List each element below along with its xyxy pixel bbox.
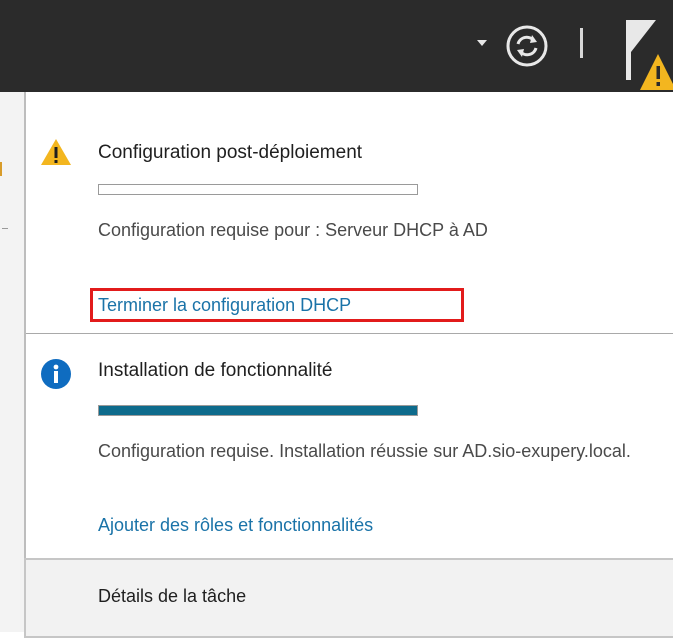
notification-title: Configuration post-déploiement [98, 142, 363, 163]
warning-icon [41, 139, 71, 165]
progress-fill [99, 406, 417, 415]
notification-description: Configuration requise pour : Serveur DHC… [98, 220, 488, 240]
notification-flag-warning-icon [626, 20, 673, 90]
caret-down-icon[interactable] [477, 40, 487, 46]
progress-bar [98, 405, 418, 416]
notifications-flag-button[interactable] [618, 14, 673, 92]
progress-bar [98, 184, 418, 195]
refresh-button[interactable] [505, 24, 549, 68]
add-roles-and-features-link[interactable]: Ajouter des rôles et fonctionnalités [98, 515, 373, 536]
notification-feature-installation: Installation de fonctionnalité Configura… [26, 334, 673, 558]
highlight-annotation-box [90, 288, 464, 322]
top-toolbar [0, 0, 673, 92]
background-line-mark [2, 228, 8, 229]
task-details-button[interactable]: Détails de la tâche [24, 558, 673, 638]
background-window-edge [0, 92, 24, 632]
info-icon [41, 359, 71, 389]
toolbar-separator [580, 28, 583, 58]
notifications-panel: Configuration post-déploiement Configura… [24, 92, 673, 638]
background-accent-mark [0, 162, 2, 176]
refresh-icon [506, 25, 548, 67]
notification-title: Installation de fonctionnalité [98, 360, 333, 381]
notification-description: Configuration requise. Installation réus… [98, 441, 631, 461]
task-details-label: Détails de la tâche [98, 586, 247, 606]
notification-post-deployment: Configuration post-déploiement Configura… [26, 92, 673, 333]
